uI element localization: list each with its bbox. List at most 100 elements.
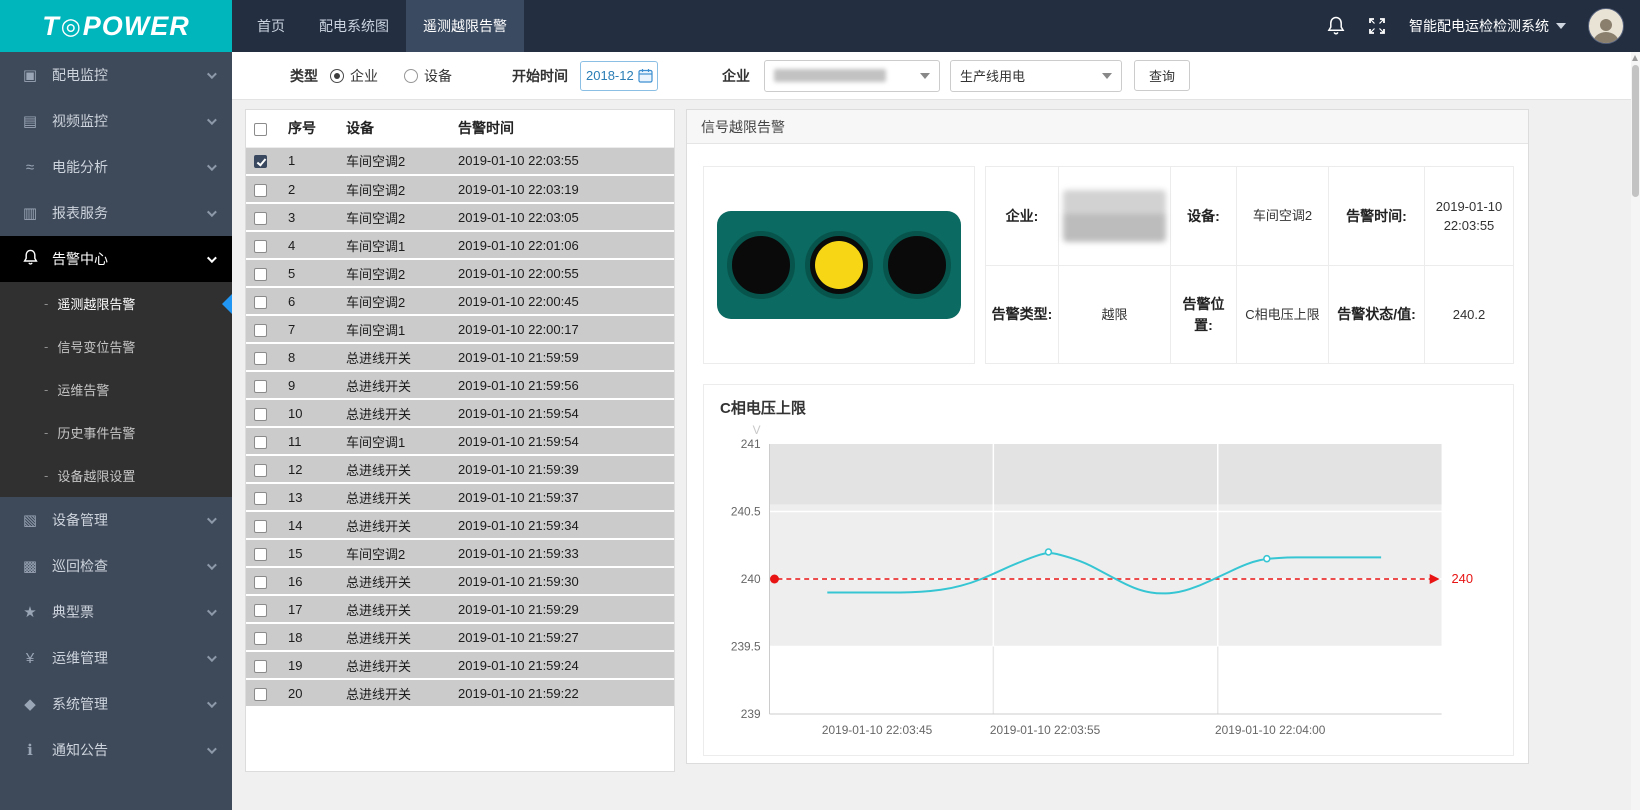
- query-button[interactable]: 查询: [1134, 60, 1190, 91]
- sidebar-item[interactable]: 告警中心: [0, 236, 232, 282]
- nav-home[interactable]: 首页: [240, 0, 302, 52]
- system-menu[interactable]: 智能配电运检检测系统: [1409, 16, 1566, 36]
- sidebar-item[interactable]: ▤视频监控: [0, 98, 232, 144]
- alarm-row[interactable]: 12总进线开关2019-01-10 21:59:39: [246, 455, 674, 483]
- logo[interactable]: T◎POWER: [0, 0, 232, 52]
- sidebar-subitem-label: 信号变位告警: [57, 337, 135, 356]
- alarm-row[interactable]: 8总进线开关2019-01-10 21:59:59: [246, 343, 674, 371]
- row-device: 车间空调2: [338, 203, 450, 231]
- alarm-table: 序号设备告警时间1车间空调22019-01-10 22:03:552车间空调22…: [246, 110, 674, 708]
- sidebar-subitem[interactable]: -历史事件告警: [0, 411, 232, 454]
- sidebar-subitem[interactable]: -遥测越限告警: [0, 282, 232, 325]
- row-no: 9: [280, 371, 338, 399]
- alarm-row[interactable]: 9总进线开关2019-01-10 21:59:56: [246, 371, 674, 399]
- alarm-row[interactable]: 20总进线开关2019-01-10 21:59:22: [246, 679, 674, 707]
- sidebar-item[interactable]: ▩巡回检查: [0, 543, 232, 589]
- sidebar-subitem[interactable]: -运维告警: [0, 368, 232, 411]
- radio-label: 设备: [424, 66, 452, 86]
- page-scrollbar[interactable]: [1631, 52, 1640, 810]
- notice-icon: ℹ: [20, 741, 40, 759]
- alarm-row[interactable]: 16总进线开关2019-01-10 21:59:30: [246, 567, 674, 595]
- row-checkbox[interactable]: [254, 688, 267, 701]
- sidebar-item[interactable]: ¥运维管理: [0, 635, 232, 681]
- sidebar-item-label: 系统管理: [52, 694, 108, 714]
- type-radio-option[interactable]: 企业: [330, 66, 378, 86]
- alarm-row[interactable]: 7车间空调12019-01-10 22:00:17: [246, 315, 674, 343]
- sidebar-item[interactable]: ▧设备管理: [0, 497, 232, 543]
- row-device: 车间空调2: [338, 287, 450, 315]
- row-checkbox[interactable]: [254, 464, 267, 477]
- sidebar-item[interactable]: ▣配电监控: [0, 52, 232, 98]
- row-checkbox[interactable]: [254, 576, 267, 589]
- row-time: 2019-01-10 21:59:27: [450, 623, 674, 651]
- radio-icon[interactable]: [330, 69, 344, 83]
- sidebar-subitem[interactable]: -设备越限设置: [0, 454, 232, 497]
- start-time-value[interactable]: [586, 68, 638, 83]
- alarm-row[interactable]: 5车间空调22019-01-10 22:00:55: [246, 259, 674, 287]
- nav-distribution-diagram[interactable]: 配电系统图: [302, 0, 406, 52]
- alarm-row[interactable]: 19总进线开关2019-01-10 21:59:24: [246, 651, 674, 679]
- line-select[interactable]: 生产线用电: [950, 60, 1122, 92]
- row-checkbox[interactable]: [254, 380, 267, 393]
- row-checkbox[interactable]: [254, 408, 267, 421]
- row-checkbox[interactable]: [254, 632, 267, 645]
- sidebar-item[interactable]: ℹ通知公告: [0, 727, 232, 773]
- row-device: 总进线开关: [338, 371, 450, 399]
- scroll-up-icon[interactable]: [1632, 55, 1638, 61]
- row-device: 车间空调1: [338, 231, 450, 259]
- alarm-row[interactable]: 13总进线开关2019-01-10 21:59:37: [246, 483, 674, 511]
- row-checkbox[interactable]: [254, 155, 267, 168]
- alarm-row[interactable]: 17总进线开关2019-01-10 21:59:29: [246, 595, 674, 623]
- sidebar-subitem[interactable]: -信号变位告警: [0, 325, 232, 368]
- row-device: 总进线开关: [338, 483, 450, 511]
- row-checkbox[interactable]: [254, 660, 267, 673]
- line-select-value: 生产线用电: [960, 66, 1025, 85]
- row-checkbox[interactable]: [254, 548, 267, 561]
- alarm-row[interactable]: 11车间空调12019-01-10 21:59:54: [246, 427, 674, 455]
- traffic-light-panel: [703, 166, 975, 364]
- sidebar-submenu: -遥测越限告警-信号变位告警-运维告警-历史事件告警-设备越限设置: [0, 282, 232, 497]
- sidebar-item[interactable]: ▥报表服务: [0, 190, 232, 236]
- row-device: 总进线开关: [338, 623, 450, 651]
- start-time-input[interactable]: [580, 61, 658, 91]
- select-all-checkbox[interactable]: [254, 123, 267, 136]
- top-header: T◎POWER 首页配电系统图遥测越限告警 智能配电运检检测系统: [0, 0, 1640, 52]
- calendar-icon[interactable]: [638, 68, 653, 83]
- row-checkbox[interactable]: [254, 520, 267, 533]
- radio-icon[interactable]: [404, 69, 418, 83]
- chevron-down-icon: [207, 652, 217, 662]
- row-checkbox[interactable]: [254, 352, 267, 365]
- alarm-row[interactable]: 2车间空调22019-01-10 22:03:19: [246, 175, 674, 203]
- row-checkbox[interactable]: [254, 212, 267, 225]
- sidebar-item[interactable]: ◆ 系统管理: [0, 681, 232, 727]
- sidebar-item[interactable]: ★典型票: [0, 589, 232, 635]
- alarm-row[interactable]: 3车间空调22019-01-10 22:03:05: [246, 203, 674, 231]
- sidebar-item[interactable]: ≈电能分析: [0, 144, 232, 190]
- row-checkbox[interactable]: [254, 436, 267, 449]
- sidebar-subitem-label: 设备越限设置: [57, 466, 135, 485]
- alarm-row[interactable]: 14总进线开关2019-01-10 21:59:34: [246, 511, 674, 539]
- type-radio-option[interactable]: 设备: [404, 66, 452, 86]
- avatar[interactable]: [1588, 8, 1624, 44]
- row-checkbox[interactable]: [254, 604, 267, 617]
- row-checkbox[interactable]: [254, 296, 267, 309]
- row-checkbox[interactable]: [254, 240, 267, 253]
- enterprise-select[interactable]: [764, 60, 940, 92]
- row-checkbox[interactable]: [254, 324, 267, 337]
- row-checkbox[interactable]: [254, 268, 267, 281]
- row-checkbox[interactable]: [254, 492, 267, 505]
- alarm-row[interactable]: 6车间空调22019-01-10 22:00:45: [246, 287, 674, 315]
- alarm-row[interactable]: 10总进线开关2019-01-10 21:59:54: [246, 399, 674, 427]
- alarm-row[interactable]: 18总进线开关2019-01-10 21:59:27: [246, 623, 674, 651]
- alarm-row[interactable]: 1车间空调22019-01-10 22:03:55: [246, 147, 674, 175]
- fullscreen-icon[interactable]: [1367, 16, 1387, 36]
- notification-bell-icon[interactable]: [1327, 16, 1345, 36]
- system-manage-icon: ◆: [20, 695, 40, 713]
- row-device: 总进线开关: [338, 567, 450, 595]
- row-checkbox[interactable]: [254, 184, 267, 197]
- scrollbar-thumb[interactable]: [1632, 65, 1639, 197]
- alarm-row[interactable]: 4车间空调12019-01-10 22:01:06: [246, 231, 674, 259]
- alarm-row[interactable]: 15车间空调22019-01-10 21:59:33: [246, 539, 674, 567]
- nav-telemetry-limit-alarm[interactable]: 遥测越限告警: [406, 0, 524, 52]
- sidebar-item-label: 配电监控: [52, 65, 108, 85]
